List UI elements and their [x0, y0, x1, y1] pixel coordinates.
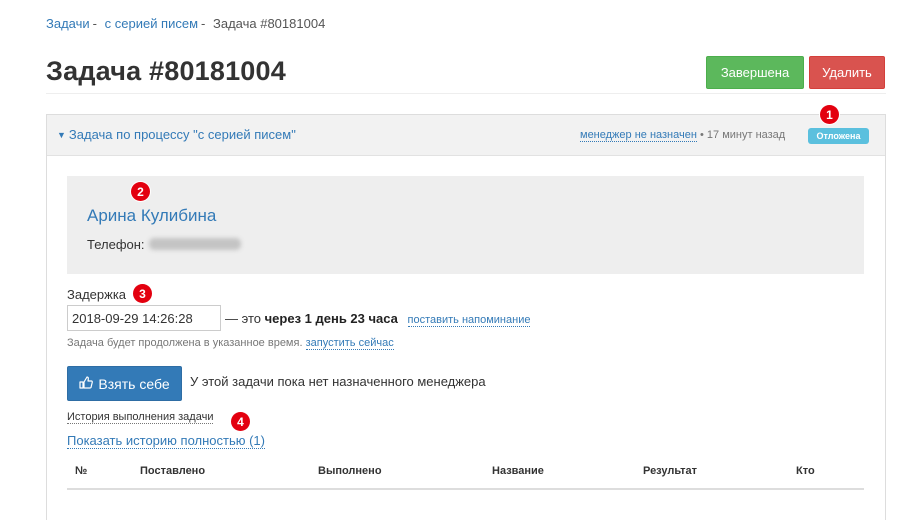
- delay-duration: через 1 день 23 часа: [264, 311, 398, 326]
- col-result: Результат: [643, 465, 698, 477]
- show-full-history-link[interactable]: Показать историю полностью (1): [67, 433, 265, 449]
- annotation-marker-1: 1: [820, 105, 839, 124]
- breadcrumb-link-tasks[interactable]: Задачи: [46, 16, 90, 31]
- annotation-marker-4: 4: [231, 412, 250, 431]
- task-panel-title: Задача по процессу "с серией писем": [68, 127, 296, 142]
- task-meta: менеджер не назначен • 17 минут назад: [580, 129, 786, 142]
- phone-label: Телефон:: [87, 237, 145, 252]
- take-task-label: Взять себе: [98, 375, 170, 392]
- breadcrumb-link-series[interactable]: с серией писем: [105, 16, 198, 31]
- thumbs-up-icon: [79, 375, 94, 392]
- contact-name-link[interactable]: Арина Кулибина: [87, 206, 216, 226]
- task-panel-toggle[interactable]: ▼ Задача по процессу "с серией писем": [57, 127, 296, 142]
- task-panel-header: ▼ Задача по процессу "с серией писем" мен…: [47, 115, 885, 156]
- page-title: Задача #80181004: [46, 56, 286, 86]
- history-title-link[interactable]: История выполнения задачи: [67, 411, 214, 424]
- delay-note: Задача будет продолжена в указанное врем…: [67, 337, 394, 350]
- annotation-marker-3: 3: [133, 284, 152, 303]
- breadcrumb-current: Задача #80181004: [213, 16, 326, 31]
- col-number: №: [75, 465, 88, 477]
- breadcrumb-separator: -: [201, 16, 206, 31]
- phone-value-redacted: [149, 238, 241, 250]
- delete-button[interactable]: Удалить: [809, 56, 885, 89]
- manager-link[interactable]: менеджер не назначен: [580, 129, 697, 142]
- col-created: Поставлено: [140, 465, 206, 477]
- delay-note-text: Задача будет продолжена в указанное врем…: [67, 337, 303, 349]
- col-completed: Выполнено: [318, 465, 382, 477]
- contact-card: Арина Кулибина Телефон:: [67, 176, 864, 274]
- title-divider: [46, 93, 886, 94]
- run-now-link[interactable]: запустить сейчас: [305, 337, 394, 350]
- annotation-marker-2: 2: [131, 182, 150, 201]
- history-table: № Поставлено Выполнено Название Результа…: [67, 457, 864, 490]
- set-reminder-link[interactable]: поставить напоминание: [407, 314, 531, 327]
- take-task-button[interactable]: Взять себе: [67, 366, 182, 401]
- col-name: Название: [492, 465, 544, 477]
- breadcrumb: Задачи - с серией писем - Задача #80181004: [46, 16, 325, 31]
- delay-text-prefix: — это: [225, 311, 261, 326]
- time-ago: • 17 минут назад: [700, 129, 786, 141]
- task-panel: ▼ Задача по процессу "с серией писем" мен…: [46, 114, 886, 520]
- col-who: Кто: [796, 465, 815, 477]
- delay-description: — это через 1 день 23 часа поставить нап…: [225, 311, 531, 327]
- done-button[interactable]: Завершена: [706, 56, 804, 89]
- delay-datetime-input[interactable]: [67, 305, 221, 331]
- status-badge: Отложена: [808, 128, 869, 144]
- no-manager-text: У этой задачи пока нет назначенного мене…: [190, 374, 486, 389]
- history-table-header: № Поставлено Выполнено Название Результа…: [67, 457, 864, 490]
- delay-label: Задержка: [67, 287, 127, 302]
- breadcrumb-separator: -: [92, 16, 97, 31]
- caret-down-icon: ▼: [57, 130, 66, 140]
